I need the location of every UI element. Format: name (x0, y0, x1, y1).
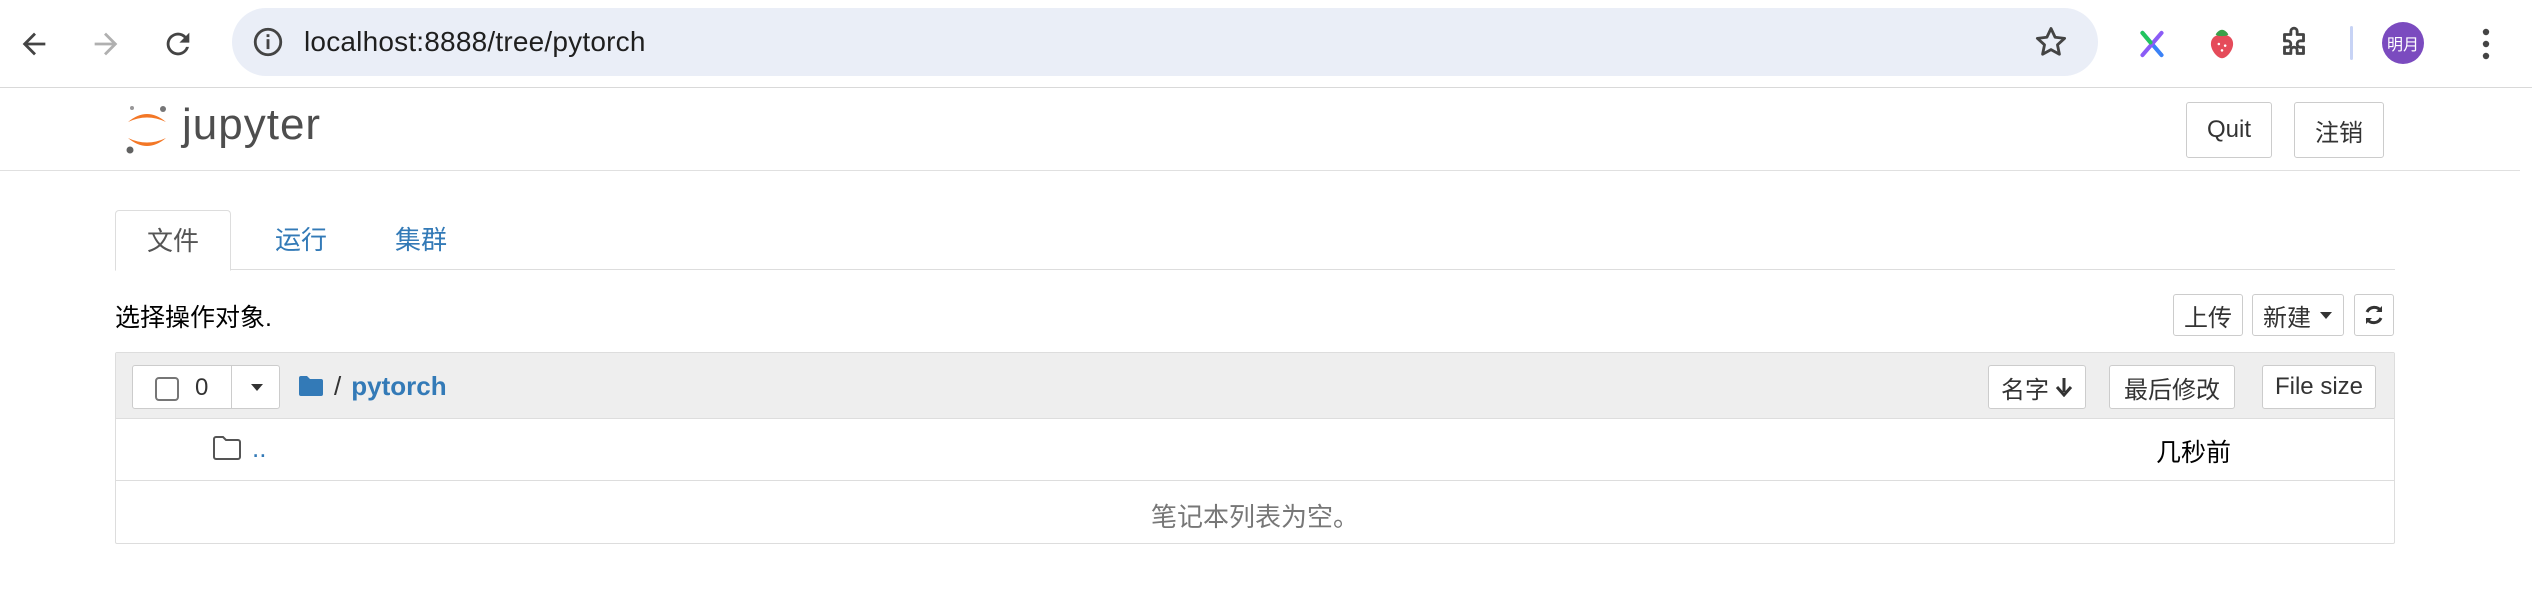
site-info-icon[interactable] (248, 22, 288, 62)
new-dropdown-button[interactable]: 新建 (2252, 294, 2344, 336)
jupyter-logo-icon (126, 106, 166, 154)
forward-button[interactable] (82, 20, 130, 68)
x-extension-icon[interactable] (2128, 20, 2176, 68)
notebook-list-header: 0 / pytorch 名字 最后修改 File size (116, 353, 2394, 419)
back-icon (22, 32, 46, 56)
toolbar-divider (2350, 26, 2353, 60)
empty-list-message: 笔记本列表为空。 (1150, 502, 1359, 532)
select-all-group: 0 (132, 365, 280, 409)
selection-menu-button[interactable] (231, 365, 281, 409)
tab-running[interactable]: 运行 (249, 210, 353, 270)
jupyter-logo-text: jupyter (182, 100, 322, 149)
reload-button[interactable] (154, 20, 202, 68)
empty-list-row: 笔记本列表为空。 (116, 481, 2394, 543)
reload-icon (166, 32, 190, 56)
new-button-label: 新建 (2263, 304, 2311, 332)
profile-avatar[interactable]: 明月 (2382, 22, 2424, 64)
extensions-puzzle-icon[interactable] (2270, 20, 2318, 68)
folder-icon[interactable] (298, 375, 324, 397)
upload-button[interactable]: 上传 (2173, 294, 2243, 336)
address-bar[interactable]: localhost:8888/tree/pytorch (232, 8, 2098, 76)
sort-name-label: 名字 (2001, 376, 2049, 404)
url-text[interactable]: localhost:8888/tree/pytorch (304, 8, 646, 76)
sort-by-name-button[interactable]: 名字 (1988, 365, 2086, 409)
sort-by-modified-button[interactable]: 最后修改 (2109, 365, 2235, 409)
selected-count: 0 (195, 374, 209, 401)
tab-clusters[interactable]: 集群 (369, 210, 473, 270)
tab-bar: 文件 运行 集群 (115, 210, 2395, 271)
modified-time: 几秒前 (2156, 439, 2232, 467)
jupyter-header: jupyter Quit 注销 (0, 88, 2520, 171)
breadcrumb-separator: / (334, 370, 342, 401)
breadcrumb: / pytorch (298, 369, 447, 403)
list-item[interactable]: .. 几秒前 (116, 419, 2394, 481)
more-menu-icon[interactable] (2462, 20, 2510, 68)
strawberry-extension-icon[interactable] (2198, 20, 2246, 68)
jupyter-logo[interactable]: jupyter (122, 100, 342, 160)
refresh-icon (2365, 305, 2383, 325)
tab-files[interactable]: 文件 (115, 210, 231, 271)
select-all-checkbox[interactable] (155, 377, 179, 401)
quit-button[interactable]: Quit (2186, 102, 2272, 158)
caret-down-icon (2320, 312, 2332, 319)
arrow-down-icon (2055, 378, 2073, 397)
browser-toolbar: localhost:8888/tree/pytorch 明月 (0, 0, 2532, 88)
refresh-button[interactable] (2354, 294, 2394, 336)
sort-by-size-button[interactable]: File size (2262, 365, 2376, 409)
parent-directory-link[interactable]: .. (252, 433, 266, 464)
bookmark-star-icon[interactable] (2032, 23, 2070, 61)
breadcrumb-folder-link[interactable]: pytorch (351, 371, 446, 402)
logout-button[interactable]: 注销 (2294, 102, 2384, 158)
notebook-list: 0 / pytorch 名字 最后修改 File size .. 几秒前 笔记本… (115, 352, 2395, 544)
forward-icon (94, 32, 118, 56)
folder-outline-icon (213, 436, 241, 460)
back-button[interactable] (10, 20, 58, 68)
caret-down-icon (250, 384, 263, 391)
selection-hint: 选择操作对象. (115, 304, 272, 332)
